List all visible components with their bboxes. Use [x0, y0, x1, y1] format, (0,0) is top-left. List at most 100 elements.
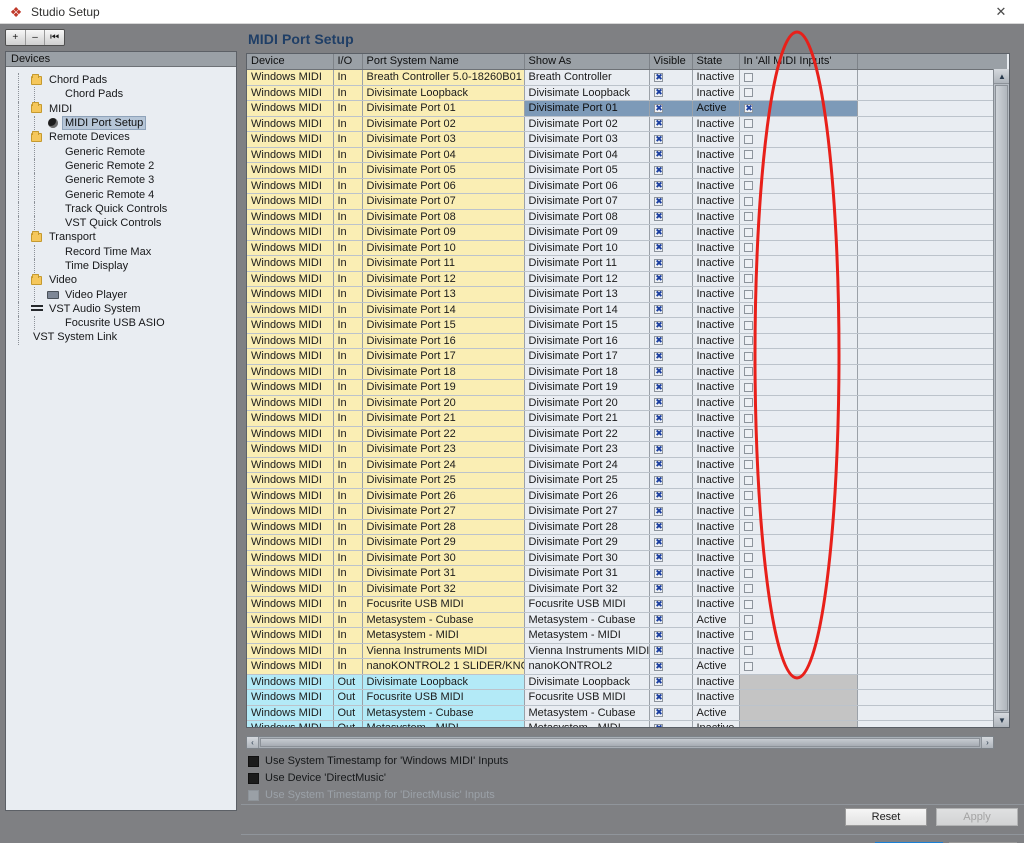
reset-button[interactable]: Reset: [845, 808, 927, 826]
cell-visible[interactable]: [649, 674, 693, 690]
in-all-midi-inputs-checkbox[interactable]: [743, 134, 753, 144]
cell-in-all-midi-inputs[interactable]: [739, 441, 858, 458]
in-all-midi-inputs-checkbox[interactable]: [743, 351, 753, 361]
cell-visible[interactable]: [649, 379, 693, 396]
in-all-midi-inputs-checkbox[interactable]: [743, 537, 753, 547]
cell-visible[interactable]: [649, 565, 693, 582]
cell-in-all-midi-inputs[interactable]: [739, 581, 858, 597]
cell-in-all-midi-inputs[interactable]: [739, 271, 858, 287]
cell-visible[interactable]: [649, 255, 693, 272]
cell-port-system-name[interactable]: Divisimate Port 14: [362, 302, 525, 318]
sidebar-item-track-quick-controls[interactable]: Track Quick Controls: [6, 201, 236, 216]
in-all-midi-inputs-checkbox[interactable]: [743, 243, 753, 253]
cell-device[interactable]: Windows MIDI: [247, 689, 334, 706]
table-row[interactable]: Windows MIDI In Divisimate Port 03 Divisima…: [247, 131, 1007, 148]
cell-device[interactable]: Windows MIDI: [247, 178, 334, 194]
visible-checkbox[interactable]: [653, 491, 664, 501]
cell-io[interactable]: In: [333, 209, 363, 225]
visible-checkbox[interactable]: [653, 723, 664, 727]
cell-state[interactable]: Inactive: [692, 503, 740, 520]
table-row[interactable]: Windows MIDI In Divisimate Port 32 Divisima…: [247, 581, 1007, 597]
table-row[interactable]: Windows MIDI In Divisimate Port 28 Divisima…: [247, 519, 1007, 535]
cell-device[interactable]: Windows MIDI: [247, 550, 334, 566]
cell-device[interactable]: Windows MIDI: [247, 503, 334, 520]
cell-state[interactable]: Inactive: [692, 550, 740, 566]
table-row[interactable]: Windows MIDI In Divisimate Port 23 Divisima…: [247, 441, 1007, 458]
cell-state[interactable]: Active: [692, 705, 740, 721]
cell-visible[interactable]: [649, 364, 693, 380]
cell-state[interactable]: Inactive: [692, 426, 740, 442]
close-icon[interactable]: ✕: [978, 0, 1024, 23]
cell-in-all-midi-inputs[interactable]: [739, 286, 858, 303]
sidebar-item-video[interactable]: Video: [6, 273, 236, 288]
table-row[interactable]: Windows MIDI In Divisimate Port 15 Divisima…: [247, 317, 1007, 334]
in-all-midi-inputs-checkbox[interactable]: [743, 258, 753, 268]
cell-show-as[interactable]: Divisimate Port 10: [524, 240, 650, 256]
cell-device[interactable]: Windows MIDI: [247, 643, 334, 659]
cell-show-as[interactable]: Divisimate Port 27: [524, 503, 650, 520]
column-header-device[interactable]: Device: [247, 54, 334, 70]
cell-visible[interactable]: [649, 333, 693, 349]
cell-device[interactable]: Windows MIDI: [247, 519, 334, 535]
cell-in-all-midi-inputs[interactable]: [739, 193, 858, 210]
in-all-midi-inputs-checkbox[interactable]: [743, 661, 753, 671]
cell-state[interactable]: Active: [692, 100, 740, 117]
table-row[interactable]: Windows MIDI In Divisimate Port 16 Divisima…: [247, 333, 1007, 349]
visible-checkbox[interactable]: [653, 134, 664, 144]
sidebar-item-generic-remote-2[interactable]: Generic Remote 2: [6, 158, 236, 174]
cell-port-system-name[interactable]: Metasystem - MIDI: [362, 627, 525, 644]
cell-in-all-midi-inputs[interactable]: [739, 457, 858, 473]
cell-in-all-midi-inputs[interactable]: [739, 689, 858, 706]
cell-in-all-midi-inputs[interactable]: [739, 85, 858, 101]
table-row[interactable]: Windows MIDI Out Metasystem - MIDI Metasyst…: [247, 720, 1007, 727]
checkbox-icon[interactable]: [248, 772, 259, 784]
visible-checkbox[interactable]: [653, 88, 664, 98]
table-row[interactable]: Windows MIDI In Divisimate Port 05 Divisima…: [247, 162, 1007, 179]
cell-show-as[interactable]: Divisimate Port 04: [524, 147, 650, 163]
cell-visible[interactable]: [649, 240, 693, 256]
visible-checkbox[interactable]: [653, 460, 664, 470]
cell-show-as[interactable]: Divisimate Port 01: [524, 100, 650, 117]
visible-checkbox[interactable]: [653, 646, 664, 656]
cell-port-system-name[interactable]: Divisimate Port 05: [362, 162, 525, 179]
column-header-show-as[interactable]: Show As: [524, 54, 650, 70]
cell-state[interactable]: Inactive: [692, 255, 740, 272]
in-all-midi-inputs-checkbox[interactable]: [743, 274, 753, 284]
cell-io[interactable]: In: [333, 271, 363, 287]
visible-checkbox[interactable]: [653, 692, 664, 702]
sidebar-item-vst-audio-system[interactable]: VST Audio System: [6, 301, 236, 317]
cell-io[interactable]: In: [333, 410, 363, 427]
sidebar-item-generic-remote[interactable]: Generic Remote: [6, 144, 236, 159]
cell-port-system-name[interactable]: Divisimate Port 29: [362, 534, 525, 551]
cell-io[interactable]: In: [333, 85, 363, 101]
cell-io[interactable]: In: [333, 627, 363, 644]
visible-checkbox[interactable]: [653, 522, 664, 532]
cell-port-system-name[interactable]: nanoKONTROL2 1 SLIDER/KNOB: [362, 658, 525, 675]
vertical-scroll-thumb[interactable]: [995, 85, 1008, 711]
in-all-midi-inputs-checkbox[interactable]: [743, 553, 753, 563]
cell-visible[interactable]: [649, 395, 693, 411]
cell-io[interactable]: In: [333, 364, 363, 380]
cell-io[interactable]: In: [333, 162, 363, 179]
cell-visible[interactable]: [649, 209, 693, 225]
table-row[interactable]: Windows MIDI In Divisimate Port 04 Divisima…: [247, 147, 1007, 163]
column-header-state[interactable]: State: [692, 54, 740, 70]
sidebar-item-record-time-max[interactable]: Record Time Max: [6, 244, 236, 259]
cell-show-as[interactable]: Divisimate Port 19: [524, 379, 650, 396]
cell-state[interactable]: Inactive: [692, 689, 740, 706]
cell-visible[interactable]: [649, 426, 693, 442]
cell-show-as[interactable]: Divisimate Port 03: [524, 131, 650, 148]
cell-state[interactable]: Inactive: [692, 85, 740, 101]
cell-device[interactable]: Windows MIDI: [247, 472, 334, 489]
cell-show-as[interactable]: Focusrite USB MIDI: [524, 596, 650, 613]
table-row[interactable]: Windows MIDI In Divisimate Port 31 Divisima…: [247, 565, 1007, 582]
cell-device[interactable]: Windows MIDI: [247, 240, 334, 256]
cell-device[interactable]: Windows MIDI: [247, 271, 334, 287]
cell-port-system-name[interactable]: Divisimate Port 10: [362, 240, 525, 256]
option-use-device-directmusic[interactable]: Use Device 'DirectMusic': [248, 771, 386, 785]
cell-port-system-name[interactable]: Divisimate Port 12: [362, 271, 525, 287]
visible-checkbox[interactable]: [653, 444, 664, 454]
cell-in-all-midi-inputs[interactable]: [739, 674, 858, 690]
cell-port-system-name[interactable]: Divisimate Port 27: [362, 503, 525, 520]
cell-show-as[interactable]: Divisimate Port 09: [524, 224, 650, 241]
